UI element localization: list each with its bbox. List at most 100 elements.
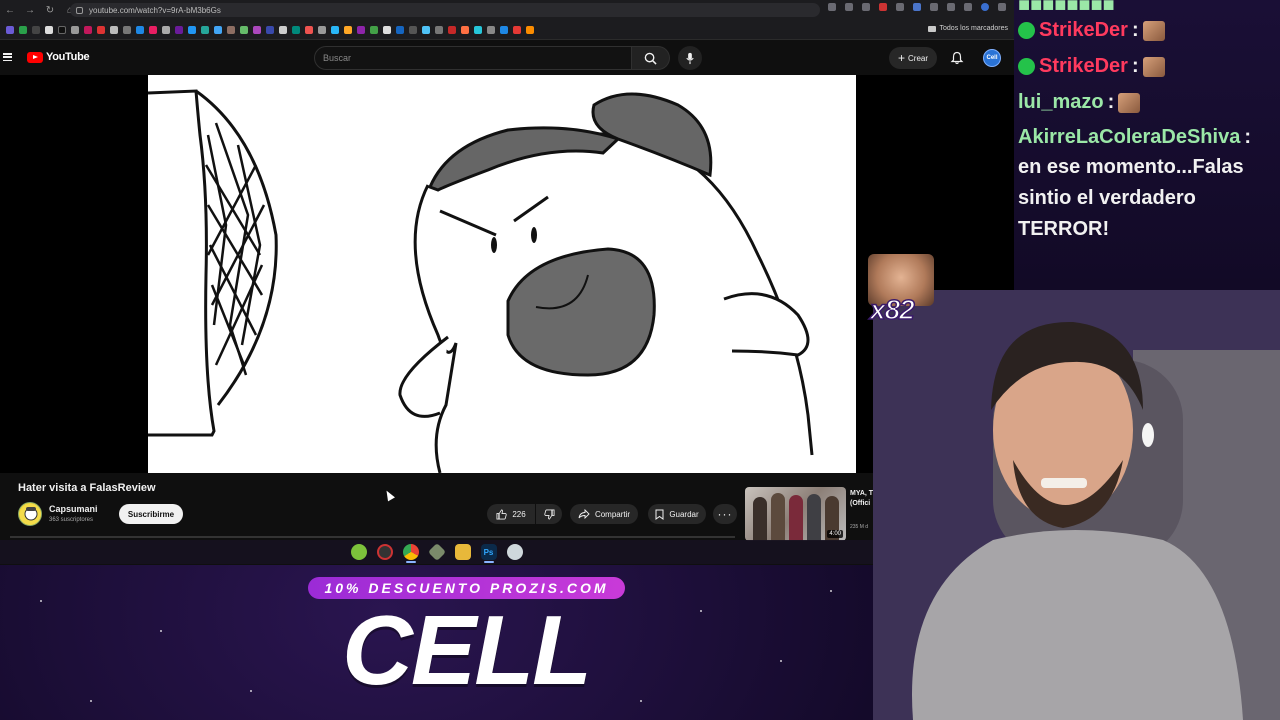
channel-avatar[interactable] (18, 502, 42, 526)
bookmark-icon[interactable] (175, 25, 183, 34)
bookmark-icon[interactable] (292, 25, 300, 34)
taskbar-app-icon[interactable] (350, 544, 367, 560)
create-button[interactable]: + Crear (889, 47, 937, 69)
channel-name[interactable]: Capsumani (49, 504, 98, 514)
youtube-logo[interactable]: YouTube (27, 51, 90, 63)
extensions-puzzle-icon[interactable] (947, 3, 955, 11)
bookmark-icon[interactable] (305, 25, 313, 34)
bookmark-icon[interactable] (474, 25, 482, 34)
sub-train-overlay: x82 (866, 254, 936, 326)
save-button[interactable]: Guardar (648, 504, 706, 524)
bookmark-icon[interactable] (123, 25, 131, 34)
bookmark-icon[interactable] (201, 25, 209, 34)
video-player[interactable] (0, 75, 1014, 473)
taskbar-app-icon[interactable] (506, 544, 523, 560)
webcam-feed (873, 290, 1280, 720)
bookmark-icon[interactable] (110, 25, 118, 34)
bookmark-icon[interactable] (149, 25, 157, 34)
bookmark-icon[interactable] (370, 25, 378, 34)
reading-list-icon[interactable] (964, 3, 972, 11)
chrome-icon[interactable] (402, 544, 419, 563)
forward-icon[interactable]: → (20, 0, 40, 20)
bookmark-star-icon[interactable] (862, 3, 870, 11)
bookmark-icon[interactable] (435, 25, 443, 34)
suggested-video-thumbnail[interactable]: 4:00 (745, 487, 846, 541)
bookmark-icon[interactable] (162, 25, 170, 34)
bookmark-icon[interactable] (448, 25, 456, 34)
bookmark-icon[interactable] (19, 25, 27, 34)
video-frame[interactable] (148, 75, 856, 473)
bookmark-icon[interactable] (227, 25, 235, 34)
bookmark-icon[interactable] (32, 25, 40, 34)
star-decoration (780, 660, 782, 662)
bookmark-icon[interactable] (136, 25, 144, 34)
bookmark-icon[interactable] (318, 25, 326, 34)
voice-search-button[interactable] (678, 46, 702, 70)
chat-username[interactable]: lui_mazo (1018, 91, 1104, 114)
bookmark-icon[interactable] (396, 25, 404, 34)
bookmark-icon[interactable] (45, 25, 53, 34)
youtube-header: YouTube Buscar + Crear Cell (0, 41, 1014, 75)
bookmark-icon[interactable] (487, 25, 495, 34)
subscribe-button[interactable]: Suscribirme (119, 504, 183, 524)
bookmark-icon[interactable] (383, 25, 391, 34)
like-button[interactable]: 226 (487, 504, 535, 524)
more-options-button[interactable]: ··· (713, 504, 737, 524)
bookmark-icon[interactable] (279, 25, 287, 34)
bookmark-icon[interactable] (6, 25, 14, 34)
account-avatar[interactable]: Cell (983, 49, 1001, 67)
site-info-icon[interactable] (76, 6, 83, 14)
plus-icon: + (897, 51, 905, 65)
chat-username[interactable]: StrikeDer (1039, 19, 1128, 42)
youtube-logo-text: YouTube (46, 51, 90, 63)
file-explorer-icon[interactable] (454, 544, 471, 560)
menu-dots-icon[interactable] (998, 3, 1006, 11)
search-input[interactable]: Buscar (314, 46, 632, 70)
bookmark-icon[interactable] (344, 25, 352, 34)
thumbs-up-icon (496, 509, 507, 519)
back-icon[interactable]: ← (0, 0, 20, 20)
bookmark-icon[interactable] (71, 25, 79, 34)
bookmark-icon[interactable] (240, 25, 248, 34)
notifications-bell-icon[interactable] (950, 51, 964, 65)
dislike-button[interactable] (536, 504, 562, 524)
hamburger-menu-icon[interactable] (3, 53, 12, 61)
bookmark-icon[interactable] (331, 25, 339, 34)
profile-icon[interactable] (981, 3, 989, 11)
chat-username[interactable]: AkirreLaColeraDeShiva (1018, 126, 1240, 149)
bookmark-icon[interactable] (84, 25, 92, 34)
extension-icon[interactable] (930, 3, 938, 11)
extension-icon[interactable] (879, 3, 887, 11)
taskbar-app-icon[interactable] (376, 544, 393, 560)
bookmark-icon[interactable] (461, 25, 469, 34)
bookmark-icon[interactable] (188, 25, 196, 34)
cast-icon[interactable] (828, 3, 836, 11)
chat-line: ■■■■■■■■ (1018, 0, 1115, 17)
bookmark-icon[interactable] (409, 25, 417, 34)
bookmark-icon[interactable] (253, 25, 261, 34)
photoshop-icon[interactable]: Ps (480, 544, 497, 563)
bookmarks-bar: Todos los marcadores (0, 20, 1014, 40)
extension-icon[interactable] (896, 3, 904, 11)
bookmark-icon[interactable] (214, 25, 222, 34)
all-bookmarks-folder[interactable]: Todos los marcadores (927, 25, 1008, 32)
star-decoration (40, 600, 42, 602)
bookmark-icon[interactable] (357, 25, 365, 34)
bookmark-save-icon (655, 509, 664, 520)
chat-username[interactable]: StrikeDer (1039, 55, 1128, 78)
search-icon (644, 52, 657, 65)
bookmark-icon[interactable] (58, 25, 66, 34)
taskbar-app-icon[interactable] (427, 542, 446, 562)
bookmark-icon[interactable] (513, 25, 521, 34)
reload-icon[interactable]: ↻ (40, 0, 60, 20)
search-button[interactable] (632, 46, 670, 70)
zoom-icon[interactable] (845, 3, 853, 11)
extension-icon[interactable] (913, 3, 921, 11)
bookmark-icon[interactable] (422, 25, 430, 34)
bookmark-icon[interactable] (500, 25, 508, 34)
url-field[interactable]: youtube.com/watch?v=9rA-bM3b6Gs (70, 3, 820, 17)
share-button[interactable]: Compartir (570, 504, 638, 524)
bookmark-icon[interactable] (526, 25, 534, 34)
bookmark-icon[interactable] (97, 25, 105, 34)
bookmark-icon[interactable] (266, 25, 274, 34)
